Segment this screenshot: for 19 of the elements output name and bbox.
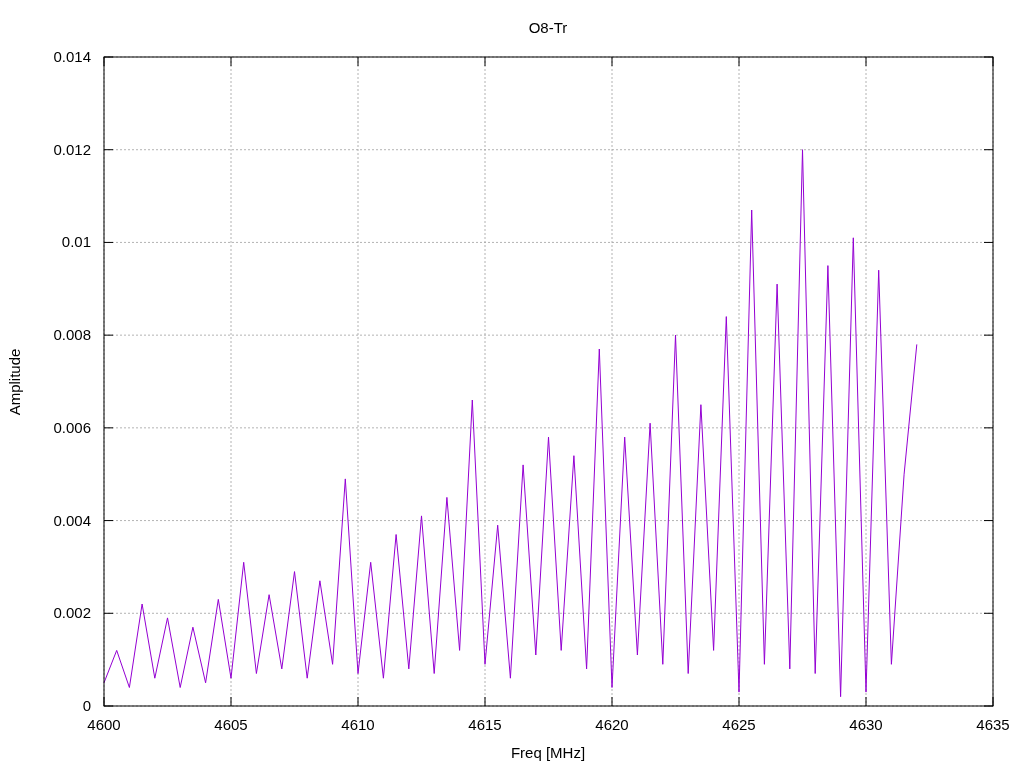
y-tick-label: 0.014 [53,48,91,65]
y-tick-label: 0.008 [53,326,91,344]
x-tick-label: 4605 [214,716,248,733]
y-tick-label: 0.004 [53,511,91,529]
x-tick-label: 4610 [341,716,375,733]
x-tick-label: 4600 [87,716,121,733]
y-axis-label: Amplitude [6,348,23,416]
x-axis-label: Freq [MHz] [510,744,586,761]
y-tick-label: 0.002 [53,604,91,622]
x-tick-label: 4630 [849,716,883,733]
x-tick-label: 4625 [722,716,756,733]
chart-title: O8-Tr [528,19,568,36]
x-tick-label: 4620 [595,716,629,733]
x-tick-label: 4615 [468,716,502,733]
y-tick-label: 0.01 [61,233,91,251]
y-tick-label: 0 [82,697,91,714]
y-tick-label: 0.006 [53,418,91,436]
y-tick-label: 0.012 [53,140,91,158]
x-tick-label: 4635 [976,716,1010,733]
